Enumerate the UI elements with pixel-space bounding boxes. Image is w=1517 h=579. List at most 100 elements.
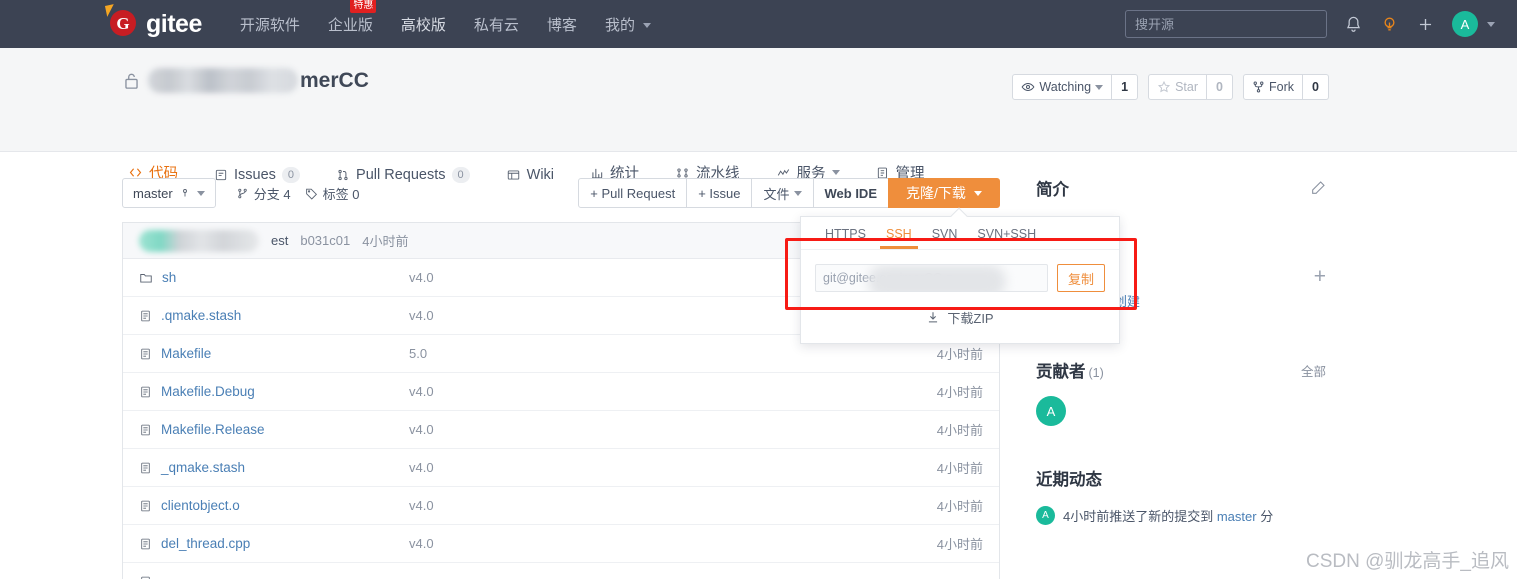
download-zip-button[interactable]: 下载ZIP xyxy=(801,308,1119,327)
contributor-avatar[interactable]: A xyxy=(1036,396,1066,426)
new-issue-button[interactable]: + Issue xyxy=(686,178,753,208)
file-name-cell[interactable]: .qmake.stash xyxy=(139,308,409,323)
file-time: 4小时前 xyxy=(936,423,983,438)
tags-link[interactable]: 标签 0 xyxy=(305,184,359,203)
edit-icon[interactable] xyxy=(1310,180,1326,196)
activity-text-before: 4小时前推送了新的提交到 xyxy=(1063,509,1217,524)
chevron-down-icon xyxy=(973,190,982,196)
file-icon xyxy=(141,462,150,473)
download-icon xyxy=(929,312,938,323)
gitee-repository-page: G gitee 开源软件 特惠 企业版 高校版 私有云 博客 我的 搜开源 A … xyxy=(0,0,1517,579)
main-nav-links: 开源软件 特惠 企业版 高校版 私有云 博客 我的 xyxy=(240,0,652,35)
watch-count[interactable]: 1 xyxy=(1112,74,1139,100)
branches-link[interactable]: 分支 4 xyxy=(236,184,291,203)
nav-link-opensource[interactable]: 开源软件 xyxy=(240,14,300,35)
file-version: 5.0 xyxy=(409,346,428,361)
fork-button[interactable]: Fork xyxy=(1243,74,1303,100)
files-menu-button[interactable]: 文件 xyxy=(751,178,814,208)
file-time: 4小时前 xyxy=(936,499,983,514)
clone-url-input[interactable]: git@gitee.co imerCC.g xyxy=(815,264,1048,292)
nav-right-actions: A xyxy=(1125,10,1517,38)
star-count[interactable]: 0 xyxy=(1207,74,1233,100)
file-version: v4.0 xyxy=(409,308,434,323)
tab-https[interactable]: HTTPS xyxy=(815,225,876,249)
clone-download-button[interactable]: 克隆/下载 xyxy=(888,178,1000,208)
table-row[interactable]: _qmake.stash v4.0 4小时前 xyxy=(123,449,999,487)
file-name-cell[interactable]: Makefile.Release xyxy=(139,422,409,437)
file-version: v4.0 xyxy=(409,498,434,513)
file-name-cell[interactable]: _qmake.stash xyxy=(139,460,409,475)
activity-text: 4小时前推送了新的提交到 master 分 xyxy=(1063,506,1273,525)
eye-icon xyxy=(1021,83,1035,91)
search-input[interactable] xyxy=(1125,10,1327,38)
file-version: v4.0 xyxy=(409,422,434,437)
nav-link-mine-label: 我的 xyxy=(604,16,635,34)
activity-avatar[interactable]: A xyxy=(1036,506,1055,525)
nav-link-university[interactable]: 高校版 xyxy=(401,14,446,35)
repository-name[interactable]: merCC xyxy=(148,68,369,93)
user-menu[interactable]: A xyxy=(1452,11,1495,37)
branch-selector[interactable]: master xyxy=(122,178,216,208)
activity-title: 近期动态 xyxy=(1036,471,1102,489)
table-row[interactable]: Makefile.Debug v4.0 4小时前 xyxy=(123,373,999,411)
repository-meta-links: 分支 4 标签 0 xyxy=(236,184,359,203)
contributors-view-all-link[interactable]: 全部 xyxy=(1301,361,1326,380)
nav-link-mine[interactable]: 我的 xyxy=(604,14,652,35)
logo-flag-icon xyxy=(104,4,117,17)
file-version: v4.0 xyxy=(409,384,434,399)
file-name-cell[interactable]: del_thread.cpp xyxy=(139,536,409,551)
plus-icon[interactable] xyxy=(1416,15,1435,34)
tab-ssh[interactable]: SSH xyxy=(876,225,922,249)
commit-sha[interactable]: b031c01 xyxy=(300,233,350,248)
enterprise-promo-badge: 特惠 xyxy=(350,0,377,13)
chevron-down-icon xyxy=(1095,84,1104,90)
file-name-cell[interactable]: Makefile xyxy=(139,346,409,361)
file-name: del_thread.cpp xyxy=(161,536,251,551)
table-row[interactable]: del_thread.cpp v4.0 4小时前 xyxy=(123,525,999,563)
brand-name: gitee xyxy=(146,9,202,38)
chevron-down-icon xyxy=(196,190,205,196)
file-icon xyxy=(141,424,150,435)
chevron-down-icon xyxy=(643,23,652,29)
repository-action-buttons: Watching 1 Star 0 Fork 0 xyxy=(1012,74,1329,100)
nav-link-enterprise-label: 企业版 xyxy=(327,16,373,34)
add-topic-button[interactable]: + xyxy=(1314,266,1326,287)
repository-toolbar: master 分支 4 标签 0 + Pull Request + Issue … xyxy=(122,178,1000,208)
activity-item: A 4小时前推送了新的提交到 master 分 xyxy=(1036,506,1326,525)
nav-link-enterprise[interactable]: 特惠 企业版 xyxy=(327,0,377,35)
copy-button[interactable]: 复制 xyxy=(1056,264,1105,292)
watch-button[interactable]: Watching xyxy=(1012,74,1113,100)
lightbulb-icon[interactable] xyxy=(1380,15,1399,34)
file-name-cell[interactable]: sh xyxy=(139,270,409,285)
commit-time: 4小时前 xyxy=(362,234,409,249)
top-navigation-bar: G gitee 开源软件 特惠 企业版 高校版 私有云 博客 我的 搜开源 A xyxy=(0,0,1517,48)
bell-icon[interactable] xyxy=(1344,15,1363,34)
clone-url-row: git@gitee.co imerCC.g 复制 xyxy=(801,250,1119,292)
file-name-cell[interactable] xyxy=(139,575,409,579)
file-name-cell[interactable]: Makefile.Debug xyxy=(139,384,409,399)
commit-message[interactable]: est xyxy=(271,233,288,248)
tab-svn[interactable]: SVN xyxy=(922,225,968,249)
file-name-cell[interactable]: clientobject.o xyxy=(139,498,409,513)
file-name: Makefile.Debug xyxy=(161,384,255,399)
new-pull-request-button[interactable]: + Pull Request xyxy=(578,178,688,208)
table-row-partial[interactable] xyxy=(123,563,999,579)
file-icon xyxy=(141,386,150,397)
repository-name-text: merCC xyxy=(300,68,369,92)
clone-download-dropdown: HTTPS SSH SVN SVN+SSH git@gitee.co imerC… xyxy=(800,207,1120,344)
table-row[interactable]: clientobject.o v4.0 4小时前 xyxy=(123,487,999,525)
gitee-logo[interactable]: G gitee xyxy=(104,4,202,38)
file-name: Makefile.Release xyxy=(161,422,265,437)
activity-branch[interactable]: master xyxy=(1217,509,1257,524)
fork-button-group: Fork 0 xyxy=(1243,74,1329,100)
tab-svn-ssh[interactable]: SVN+SSH xyxy=(967,225,1046,249)
nav-link-privatecloud[interactable]: 私有云 xyxy=(474,14,519,35)
file-version: v4.0 xyxy=(409,536,434,551)
contributors-title-text: 贡献者 xyxy=(1036,363,1086,381)
star-button[interactable]: Star xyxy=(1148,74,1207,100)
fork-count[interactable]: 0 xyxy=(1303,74,1329,100)
nav-link-blog[interactable]: 博客 xyxy=(547,14,577,35)
table-row[interactable]: Makefile.Release v4.0 4小时前 xyxy=(123,411,999,449)
web-ide-button[interactable]: Web IDE xyxy=(812,178,889,208)
redacted-url-segment xyxy=(868,265,1006,291)
